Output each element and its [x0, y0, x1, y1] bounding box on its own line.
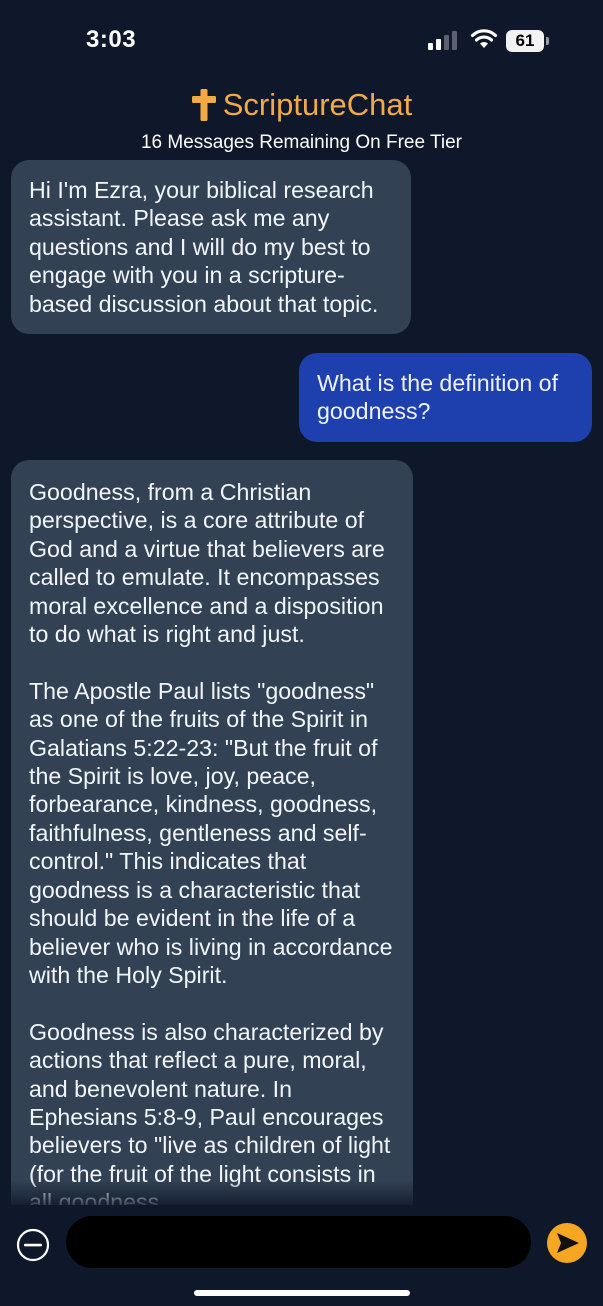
assistant-message: Goodness, from a Christian perspective, … [11, 460, 413, 1208]
app-name: ScriptureChat [222, 87, 413, 122]
home-indicator[interactable] [194, 1290, 410, 1296]
message-input[interactable] [66, 1216, 531, 1268]
send-arrow-icon [557, 1233, 579, 1253]
app-title: ScriptureChat [191, 86, 413, 124]
scroll-fade [0, 1180, 603, 1208]
chat-thread[interactable]: Hi I'm Ezra, your biblical research assi… [0, 160, 603, 1208]
cross-icon [191, 89, 216, 121]
battery-icon: 61 [506, 30, 550, 52]
wifi-icon [470, 29, 498, 48]
battery-level: 61 [506, 30, 544, 52]
user-message: What is the definition of goodness? [299, 353, 592, 442]
status-time: 3:03 [86, 26, 137, 53]
send-button[interactable] [547, 1223, 587, 1263]
assistant-message: Hi I'm Ezra, your biblical research assi… [11, 160, 411, 335]
free-tier-counter: 16 Messages Remaining On Free Tier [140, 132, 463, 153]
input-bar [0, 1205, 603, 1306]
cellular-signal-icon [428, 31, 457, 50]
minus-circle-icon[interactable] [16, 1228, 50, 1262]
status-bar: 3:03 61 [0, 0, 603, 80]
app-header: ScriptureChat 16 Messages Remaining On F… [0, 86, 603, 156]
